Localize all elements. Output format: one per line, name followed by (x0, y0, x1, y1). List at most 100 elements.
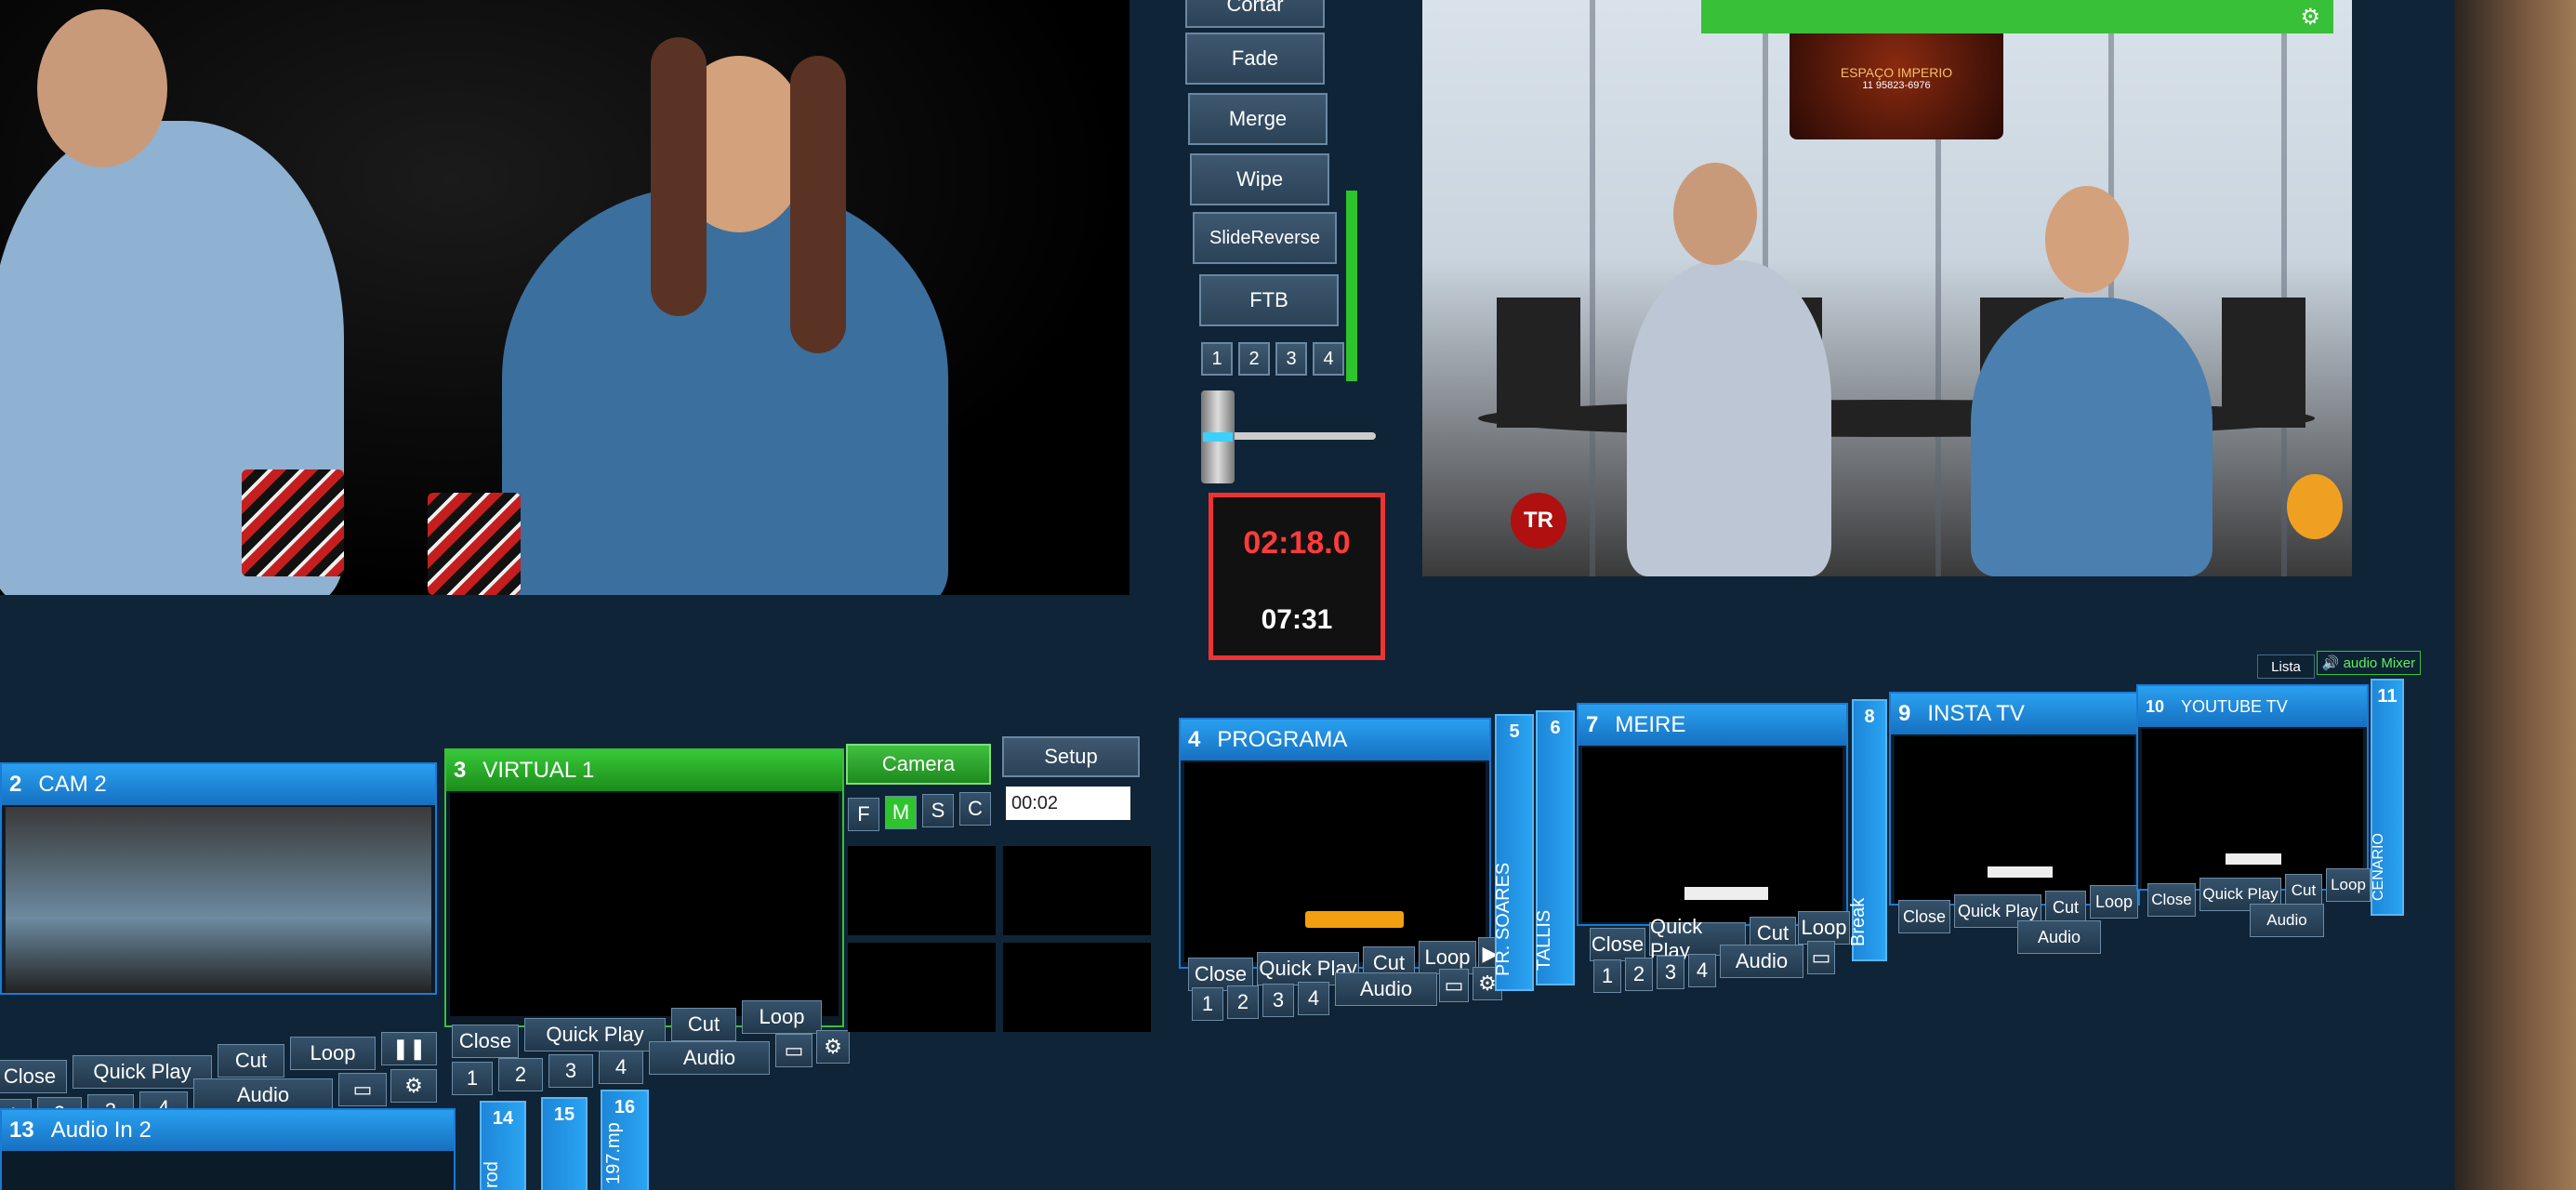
mode-s-button[interactable]: S (922, 794, 954, 827)
transition-1-button[interactable]: 1 (1201, 342, 1233, 376)
input-meire-thumb (1582, 747, 1843, 922)
slidereverse-button[interactable]: SlideReverse (1193, 212, 1337, 264)
cam2-cut-button[interactable]: Cut (218, 1044, 284, 1078)
output-woman-head (2045, 186, 2129, 293)
output-woman (1971, 298, 2213, 576)
input-programa[interactable]: 4 PROGRAMA (1179, 718, 1491, 969)
programa-num-1[interactable]: 1 (1192, 987, 1223, 1021)
virtual1-num-2[interactable]: 2 (498, 1058, 543, 1091)
meire-num-4[interactable]: 4 (1688, 954, 1716, 987)
camera-preset-3[interactable] (848, 943, 996, 1032)
input-audio-in-2[interactable]: 13 Audio In 2 (0, 1108, 456, 1190)
virtual1-num-4[interactable]: 4 (599, 1051, 643, 1084)
programa-audio-button[interactable]: Audio (1335, 972, 1437, 1006)
virtual1-audio-button[interactable]: Audio (649, 1041, 770, 1075)
input-11-strip[interactable]: 11 CENARIO (2371, 679, 2404, 916)
cam2-loop-button[interactable]: Loop (290, 1037, 376, 1070)
input-programa-thumb (1184, 762, 1486, 962)
input-5-strip[interactable]: 5 PR. SOARES (1493, 714, 1534, 991)
youtube-audio-button[interactable]: Audio (2250, 904, 2324, 937)
meire-num-2[interactable]: 2 (1625, 958, 1653, 991)
duration-input[interactable]: 00:02 (1006, 787, 1130, 820)
input-cam2[interactable]: 2 CAM 2 (0, 762, 437, 995)
ftb-button[interactable]: FTB (1199, 274, 1339, 326)
setup-tab[interactable]: Setup (1002, 736, 1140, 777)
cam2-quickplay-button[interactable]: Quick Play (73, 1055, 212, 1089)
insta-audio-button[interactable]: Audio (2017, 920, 2101, 954)
virtual1-monitor-icon[interactable]: ▭ (775, 1034, 812, 1067)
meire-monitor-icon[interactable]: ▭ (1807, 941, 1835, 974)
virtual1-close-button[interactable]: Close (452, 1025, 519, 1058)
cam2-monitor-icon[interactable]: ▭ (338, 1073, 387, 1106)
input-15-strip[interactable]: 15 (541, 1097, 588, 1190)
transition-3-button[interactable]: 3 (1275, 342, 1307, 376)
camera-preset-2[interactable] (1003, 846, 1151, 935)
programa-num-4[interactable]: 4 (1298, 982, 1329, 1015)
insta-loop-button[interactable]: Loop (2090, 885, 2138, 919)
input-insta-thumb (1895, 736, 2134, 904)
transition-2-button[interactable]: 2 (1238, 342, 1270, 376)
input-insta-tv[interactable]: 9 INSTA TV (1889, 692, 2140, 906)
meire-loop-button[interactable]: Loop (1798, 911, 1850, 945)
meire-close-button[interactable]: Close (1590, 928, 1645, 961)
insta-close-button[interactable]: Close (1898, 900, 1950, 933)
output-gear-icon[interactable]: ⚙ (2300, 4, 2320, 31)
mode-m-button[interactable]: M (885, 796, 917, 829)
preview-woman-hair (651, 37, 707, 316)
youtube-cut-button[interactable]: Cut (2285, 874, 2322, 907)
programa-monitor-icon[interactable]: ▭ (1439, 969, 1469, 1002)
wipe-button[interactable]: Wipe (1190, 153, 1329, 205)
insta-lower-third (1988, 866, 2053, 878)
youtube-loop-button[interactable]: Loop (2326, 868, 2371, 902)
cam2-pause-icon[interactable]: ❚❚ (381, 1032, 437, 1065)
countdown-timer: 02:18.0 07:31 (1209, 493, 1385, 660)
cam2-gear-icon[interactable]: ⚙ (390, 1069, 437, 1103)
meire-lower-third (1684, 887, 1768, 900)
camera-tab[interactable]: Camera (846, 744, 991, 785)
output-man-head (1673, 163, 1757, 265)
transition-4-button[interactable]: 4 (1313, 342, 1344, 376)
input-youtube-tv[interactable]: 10 YOUTUBE TV (2136, 684, 2369, 891)
camera-preset-1[interactable] (848, 846, 996, 935)
input-meire[interactable]: 7 MEIRE (1577, 703, 1848, 926)
virtual1-num-1[interactable]: 1 (452, 1062, 493, 1095)
youtube-close-button[interactable]: Close (2147, 883, 2196, 917)
lista-toggle[interactable]: Lista (2257, 654, 2315, 679)
input-virtual1-header: 3 VIRTUAL 1 (446, 750, 842, 791)
input-6-strip[interactable]: 6 TALLIS (1534, 710, 1575, 985)
virtual1-quickplay-button[interactable]: Quick Play (524, 1018, 666, 1051)
virtual1-cut-button[interactable]: Cut (671, 1008, 736, 1041)
input-cam2-thumb (6, 807, 431, 993)
cam2-audio-button[interactable]: Audio (193, 1078, 333, 1112)
virtual1-num-3[interactable]: 3 (548, 1054, 593, 1088)
mode-c-button[interactable]: C (959, 792, 991, 826)
tbar-handle[interactable] (1201, 390, 1235, 483)
meire-num-3[interactable]: 3 (1657, 956, 1684, 989)
programa-num-2[interactable]: 2 (1227, 985, 1259, 1019)
meire-num-1[interactable]: 1 (1593, 959, 1621, 993)
tr-logo: TR (1511, 493, 1566, 549)
insta-cut-button[interactable]: Cut (2045, 891, 2086, 924)
audio-mixer-toggle[interactable]: 🔊 audio Mixer (2317, 651, 2421, 675)
input-14-strip[interactable]: 14 rod (480, 1101, 526, 1190)
sign-phone: 11 95823-6976 (1862, 80, 1931, 91)
input-cam2-header: 2 CAM 2 (2, 764, 435, 805)
input-16-strip[interactable]: 16 197.mp (601, 1090, 649, 1190)
input-youtube-header: 10 YOUTUBE TV (2138, 686, 2367, 727)
cortar-button[interactable]: Cortar (1185, 0, 1325, 28)
input-virtual1[interactable]: 3 VIRTUAL 1 (444, 748, 844, 1027)
programa-num-3[interactable]: 3 (1262, 984, 1294, 1017)
virtual1-loop-button[interactable]: Loop (742, 1000, 822, 1034)
fade-button[interactable]: Fade (1185, 33, 1325, 85)
mode-f-button[interactable]: F (848, 798, 879, 831)
meire-audio-button[interactable]: Audio (1720, 945, 1803, 978)
virtual1-gear-icon[interactable]: ⚙ (816, 1030, 850, 1064)
input-8-strip[interactable]: 8 Break (1848, 699, 1887, 961)
cam2-close-button[interactable]: Close (0, 1060, 67, 1093)
camera-preset-4[interactable] (1003, 943, 1151, 1032)
programa-lower-third (1305, 911, 1404, 928)
input-meire-header: 7 MEIRE (1579, 705, 1846, 746)
merge-button[interactable]: Merge (1188, 93, 1328, 145)
vmix-screen: Cortar Fade Merge Wipe SlideReverse FTB … (0, 0, 2510, 1190)
sign-text: ESPAÇO IMPERIO (1840, 65, 1953, 80)
